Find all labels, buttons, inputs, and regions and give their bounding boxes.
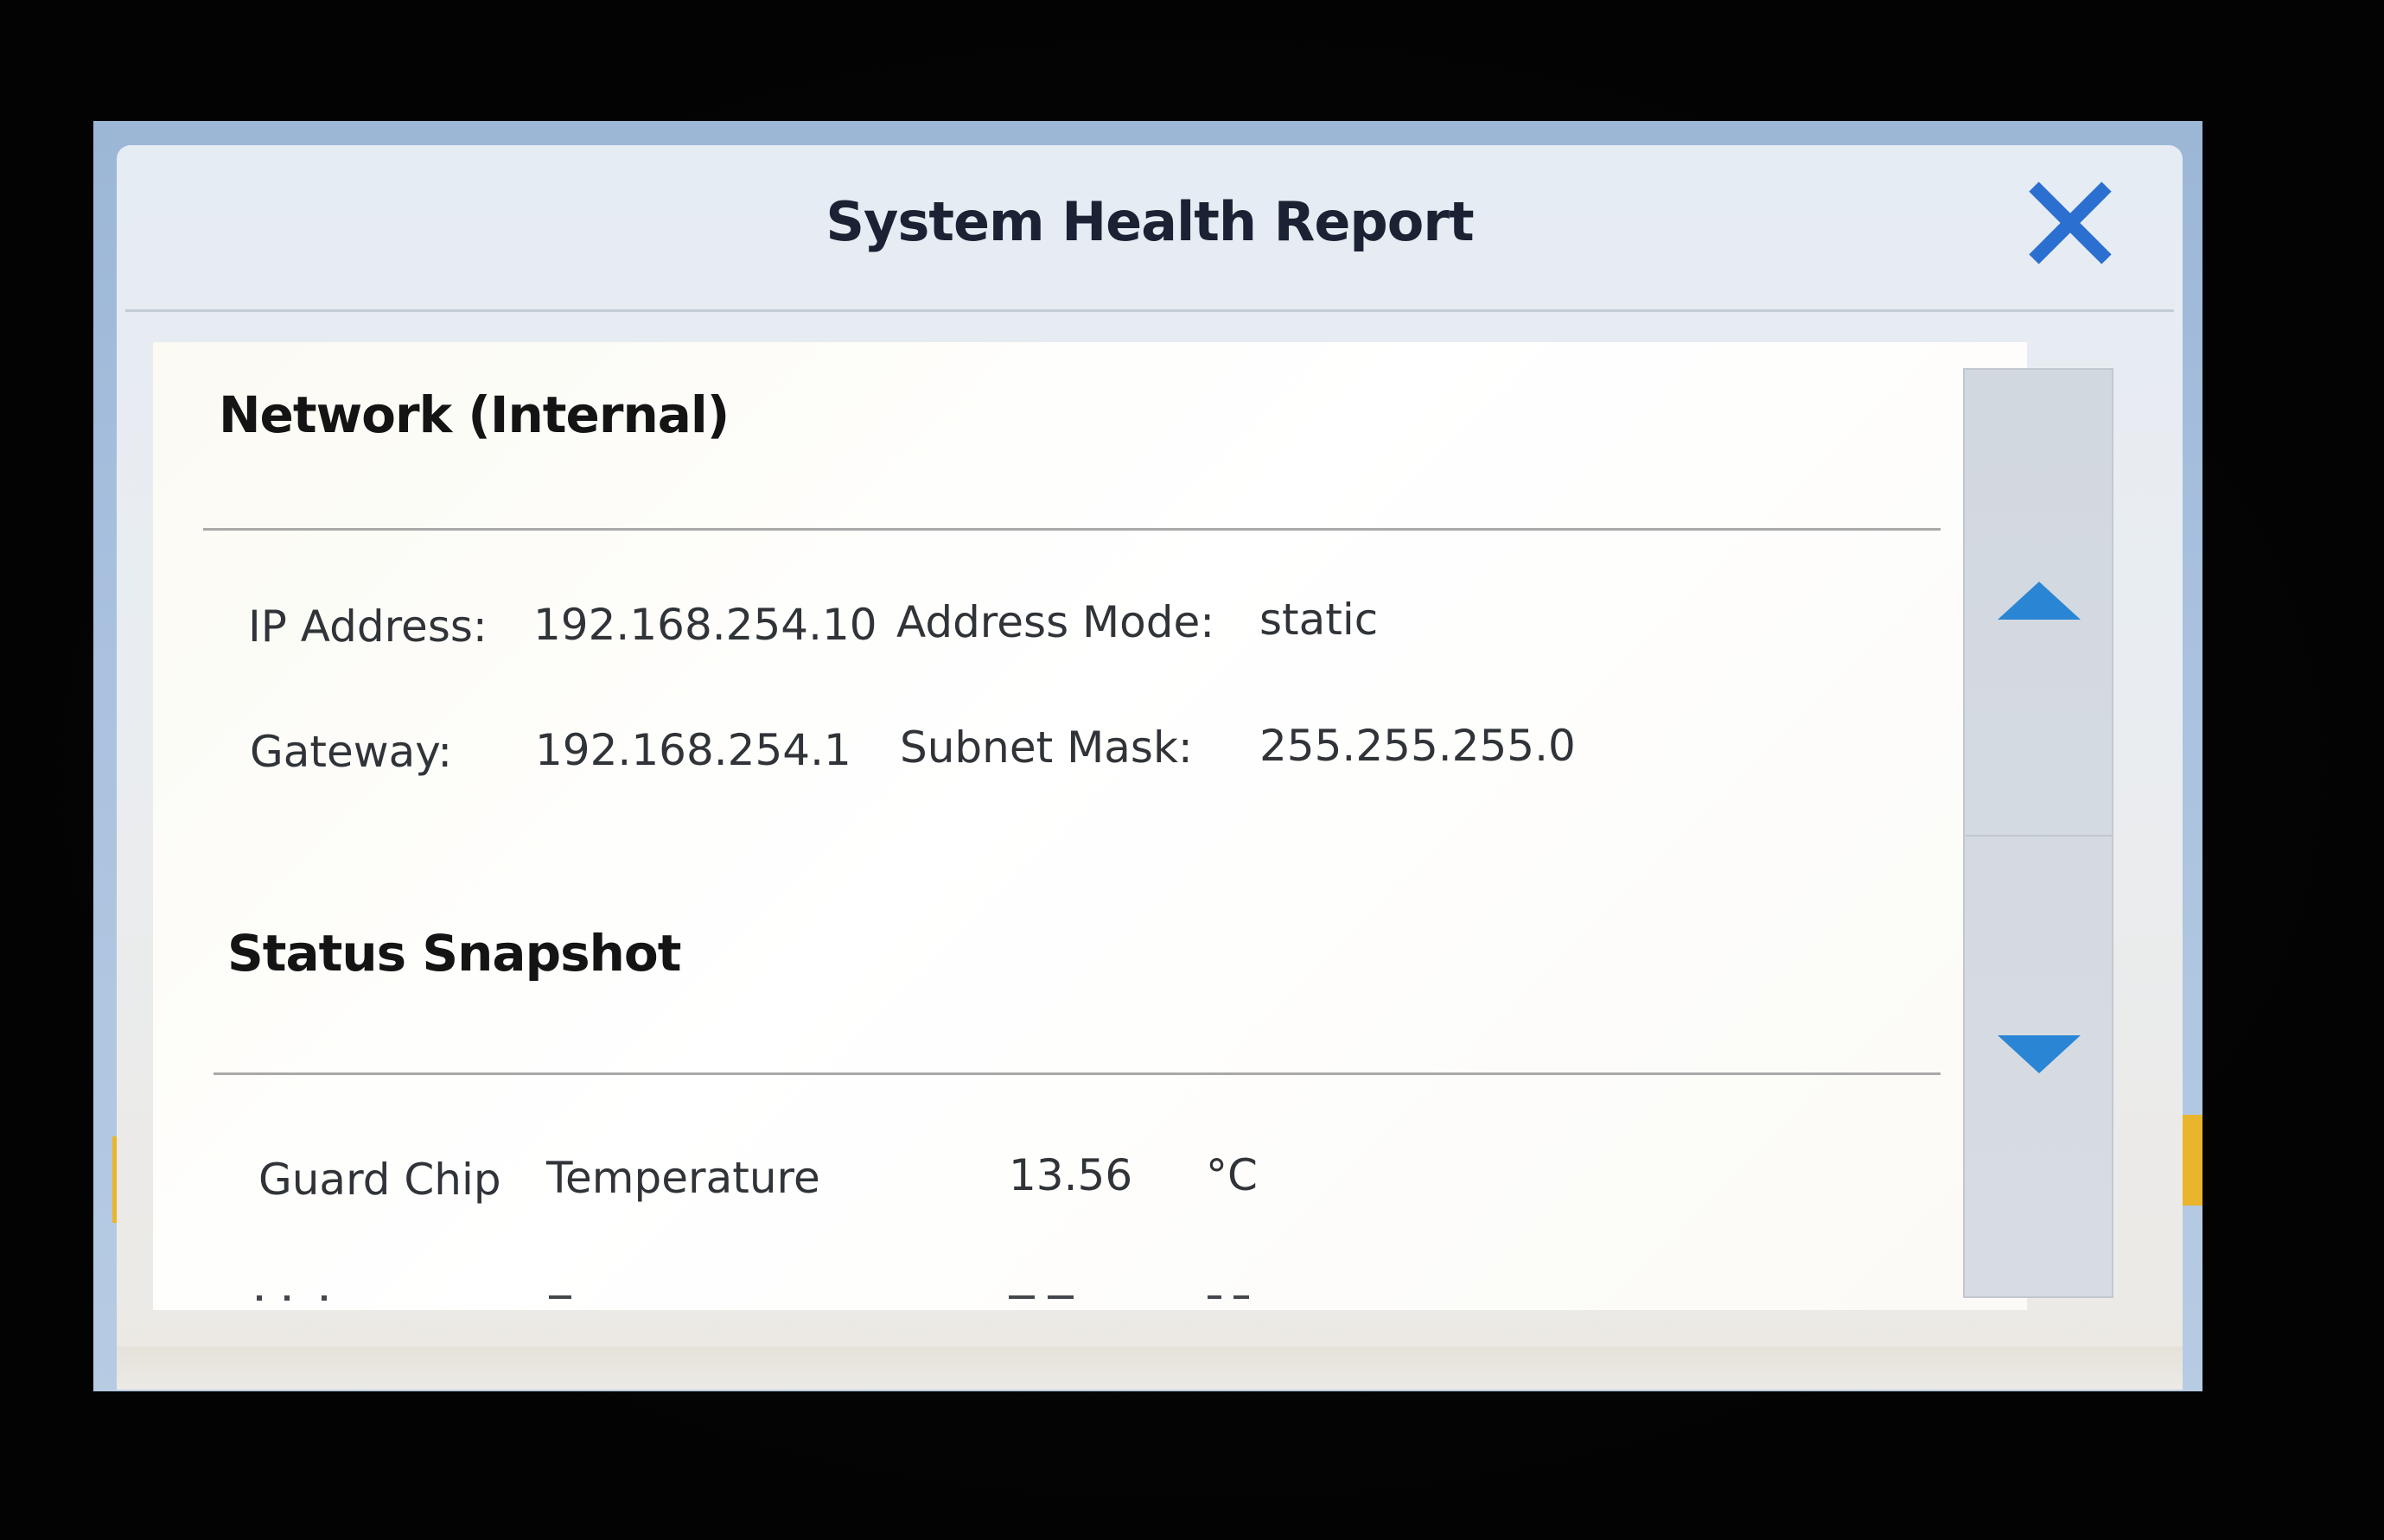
- close-button[interactable]: [2018, 171, 2122, 275]
- dialog-footer: [117, 1346, 2183, 1390]
- section-title-network: Network (Internal): [219, 385, 730, 444]
- status-row-unit: °C: [1206, 1150, 1258, 1200]
- close-icon: [2029, 181, 2112, 264]
- dialog-title: System Health Report: [825, 190, 1474, 253]
- scroll-control: [1963, 368, 2113, 1298]
- triangle-up-icon: [1998, 582, 2081, 620]
- section-divider-network: [203, 528, 1941, 531]
- gateway-label: Gateway:: [250, 727, 453, 777]
- clipped-row-marks: [257, 1295, 1249, 1301]
- status-row-metric: Temperature: [546, 1153, 820, 1203]
- header-divider: [125, 309, 2174, 312]
- ip-address-value: 192.168.254.10: [533, 600, 877, 650]
- triangle-down-icon: [1998, 1035, 2081, 1073]
- section-divider-status: [214, 1072, 1941, 1075]
- system-health-dialog: System Health Report Network (Internal) …: [117, 145, 2183, 1390]
- scroll-down-button[interactable]: [1965, 837, 2112, 1296]
- section-title-status: Status Snapshot: [227, 924, 681, 983]
- status-row-partial: [153, 1289, 2027, 1310]
- gateway-value: 192.168.254.1: [535, 725, 851, 775]
- address-mode-label: Address Mode:: [896, 597, 1215, 647]
- ip-address-label: IP Address:: [248, 601, 488, 652]
- dialog-header: System Health Report: [117, 145, 2183, 305]
- scroll-up-button[interactable]: [1965, 370, 2112, 837]
- status-row-component: Guard Chip: [258, 1155, 501, 1205]
- subnet-mask-value: 255.255.255.0: [1259, 721, 1576, 771]
- address-mode-value: static: [1259, 595, 1379, 645]
- status-row-value: 13.56: [1009, 1150, 1133, 1200]
- report-content-panel[interactable]: Network (Internal) IP Address: 192.168.2…: [153, 342, 2027, 1310]
- subnet-mask-label: Subnet Mask:: [900, 722, 1193, 773]
